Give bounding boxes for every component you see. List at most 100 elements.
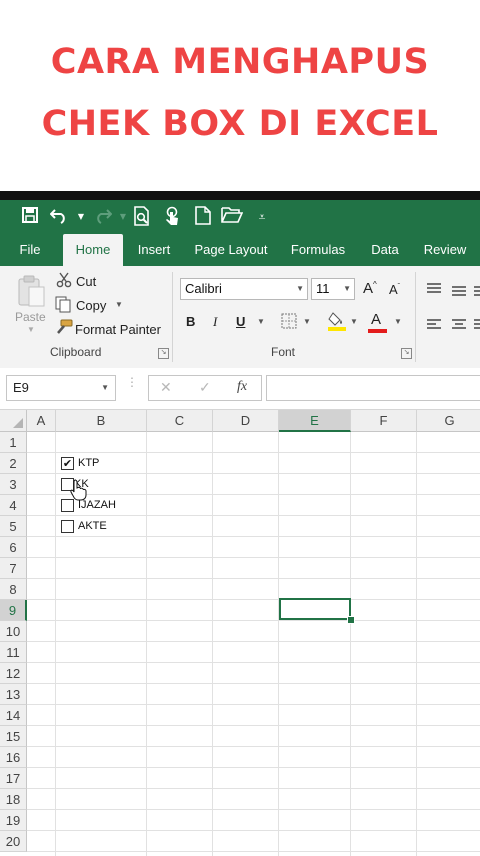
format-painter-label[interactable]: Format Painter	[75, 322, 161, 337]
formula-bar-grip-icon[interactable]: ⋮	[126, 376, 138, 397]
grow-font-button[interactable]: A^	[363, 280, 377, 297]
column-header-a[interactable]: A	[27, 410, 56, 432]
row-header-15[interactable]: 15	[0, 726, 27, 747]
font-launcher-icon[interactable]: ↘	[401, 348, 412, 359]
formula-buttons: ✕ ✓ fx	[148, 375, 262, 401]
font-size-combo[interactable]: 11 ▼	[311, 278, 355, 300]
new-file-icon[interactable]	[192, 206, 214, 228]
checkbox-ktp-label: KTP	[78, 457, 100, 469]
copy-icon[interactable]	[55, 296, 72, 317]
enter-icon[interactable]: ✓	[199, 379, 211, 396]
font-color-dropdown-icon[interactable]: ▼	[394, 317, 402, 326]
open-folder-icon[interactable]	[221, 206, 244, 228]
row-header-14[interactable]: 14	[0, 705, 27, 726]
select-all-corner[interactable]	[0, 410, 27, 432]
grid-line	[27, 683, 480, 684]
name-box[interactable]: E9 ▼	[6, 375, 116, 401]
row-header-9[interactable]: 9	[0, 600, 27, 621]
row-header-17[interactable]: 17	[0, 768, 27, 789]
save-icon[interactable]	[19, 206, 41, 228]
italic-button[interactable]: I	[213, 314, 217, 330]
row-header-20[interactable]: 20	[0, 831, 27, 852]
row-header-2[interactable]: 2	[0, 453, 27, 474]
cancel-icon[interactable]: ✕	[160, 379, 172, 396]
align-top-icon[interactable]	[426, 280, 442, 299]
column-header-g[interactable]: G	[417, 410, 480, 432]
tab-insert[interactable]: Insert	[131, 234, 177, 266]
clipboard-group-label: Clipboard	[50, 345, 102, 359]
selected-cell-e9[interactable]	[279, 598, 351, 620]
touch-mode-icon[interactable]	[161, 206, 183, 228]
font-group-label: Font	[271, 345, 296, 359]
fill-color-dropdown-icon[interactable]: ▼	[350, 317, 358, 326]
borders-dropdown-icon[interactable]: ▼	[303, 317, 311, 326]
copy-label[interactable]: Copy	[76, 298, 106, 313]
copy-dropdown-icon[interactable]: ▼	[115, 300, 123, 309]
paste-icon[interactable]	[16, 274, 46, 312]
align-center-icon[interactable]	[451, 316, 467, 335]
column-header-c[interactable]: C	[147, 410, 213, 432]
undo-icon[interactable]	[49, 206, 71, 228]
grid-line	[27, 494, 480, 495]
grid-line	[27, 851, 480, 852]
ribbon-separator	[172, 272, 173, 362]
customize-qat-icon[interactable]: ⩡	[251, 206, 273, 228]
font-name-value: Calibri	[185, 281, 222, 296]
formula-input[interactable]	[266, 375, 480, 401]
insert-function-icon[interactable]: fx	[237, 379, 247, 395]
tab-home[interactable]: Home	[63, 234, 123, 266]
grid-line	[27, 830, 480, 831]
tab-formulas[interactable]: Formulas	[286, 234, 350, 266]
ribbon-separator	[415, 272, 416, 362]
row-header-11[interactable]: 11	[0, 642, 27, 663]
row-header-7[interactable]: 7	[0, 558, 27, 579]
checkbox-akte[interactable]	[61, 520, 74, 533]
fill-handle[interactable]	[347, 616, 355, 624]
worksheet-grid[interactable]: A B C D E F G 1 2 3 4 5 6 7 8 9 10 11 12…	[0, 410, 480, 856]
paste-label[interactable]: Paste	[15, 310, 46, 324]
underline-button[interactable]: U	[236, 314, 245, 329]
row-header-6[interactable]: 6	[0, 537, 27, 558]
undo-dropdown-icon[interactable]: ▼	[70, 206, 92, 228]
cut-label[interactable]: Cut	[76, 274, 96, 289]
font-color-swatch	[368, 329, 387, 333]
tab-page-layout[interactable]: Page Layout	[190, 234, 272, 266]
row-header-16[interactable]: 16	[0, 747, 27, 768]
cut-icon[interactable]	[56, 272, 72, 292]
tab-file[interactable]: File	[10, 234, 50, 266]
column-header-f[interactable]: F	[351, 410, 417, 432]
tab-review[interactable]: Review	[418, 234, 472, 266]
align-middle-icon[interactable]	[451, 282, 467, 301]
format-painter-icon[interactable]	[55, 319, 73, 339]
bold-button[interactable]: B	[186, 314, 195, 329]
borders-icon[interactable]	[281, 313, 297, 333]
row-header-12[interactable]: 12	[0, 663, 27, 684]
row-header-19[interactable]: 19	[0, 810, 27, 831]
align-left-icon[interactable]	[426, 316, 442, 335]
row-header-10[interactable]: 10	[0, 621, 27, 642]
shrink-font-button[interactable]: Aˇ	[389, 282, 400, 297]
align-bottom-icon[interactable]	[474, 282, 480, 301]
fill-color-icon[interactable]	[327, 311, 347, 335]
row-header-3[interactable]: 3	[0, 474, 27, 495]
underline-dropdown-icon[interactable]: ▼	[257, 317, 265, 326]
clipboard-launcher-icon[interactable]: ↘	[158, 348, 169, 359]
checkbox-ktp[interactable]: ✔	[61, 457, 74, 470]
column-header-e[interactable]: E	[279, 410, 351, 432]
paste-dropdown-icon[interactable]: ▼	[27, 325, 35, 334]
row-header-4[interactable]: 4	[0, 495, 27, 516]
column-header-d[interactable]: D	[213, 410, 279, 432]
row-header-1[interactable]: 1	[0, 432, 27, 453]
tab-data[interactable]: Data	[366, 234, 404, 266]
redo-icon[interactable]	[91, 206, 113, 228]
row-header-8[interactable]: 8	[0, 579, 27, 600]
column-header-b[interactable]: B	[56, 410, 147, 432]
align-right-icon[interactable]	[474, 316, 480, 335]
row-header-13[interactable]: 13	[0, 684, 27, 705]
row-header-18[interactable]: 18	[0, 789, 27, 810]
row-header-5[interactable]: 5	[0, 516, 27, 537]
print-preview-icon[interactable]	[131, 206, 153, 228]
font-color-button[interactable]: A	[371, 311, 381, 328]
font-name-combo[interactable]: Calibri ▼	[180, 278, 308, 300]
grid-line	[27, 809, 480, 810]
